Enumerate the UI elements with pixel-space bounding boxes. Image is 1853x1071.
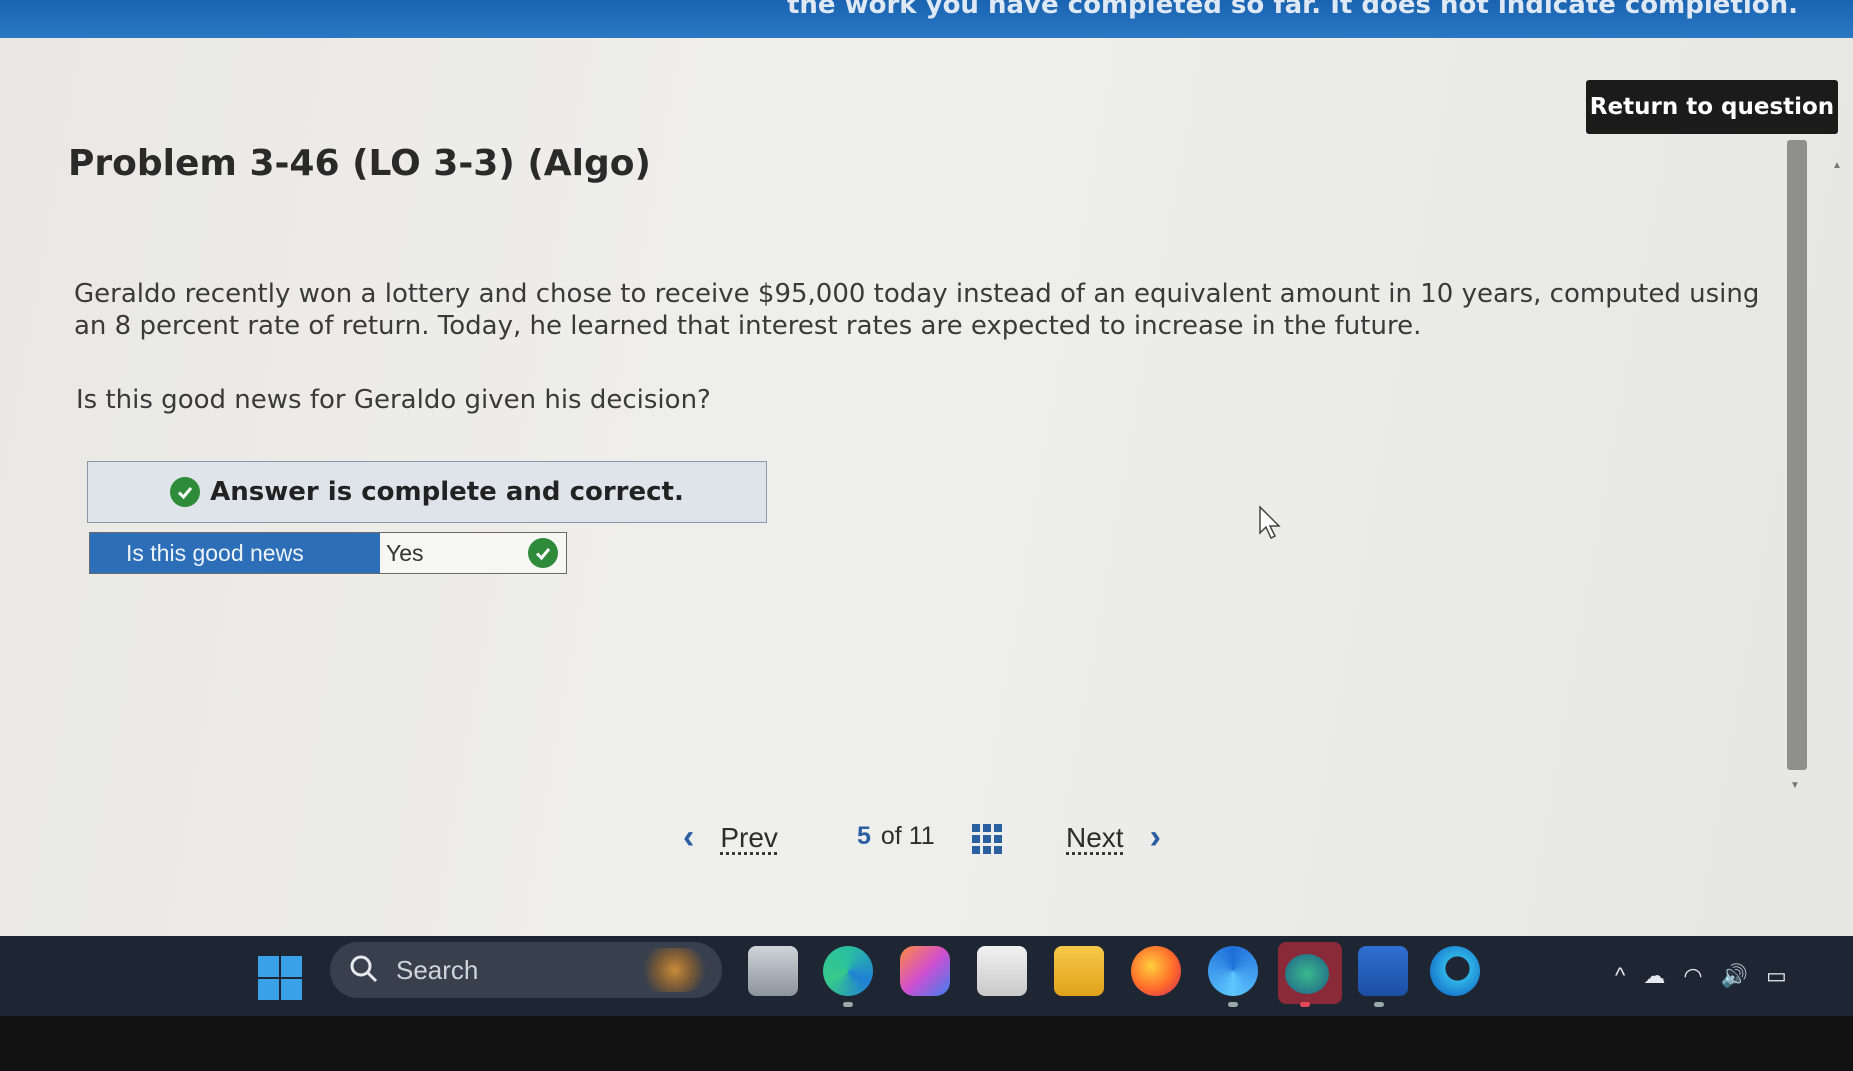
taskbar: Search ^ ☁ ◠ 🔊 ▭ [0,936,1853,1016]
battery-icon[interactable]: ▭ [1766,963,1787,989]
chevron-right-icon: › [1149,818,1161,856]
system-tray: ^ ☁ ◠ 🔊 ▭ [1615,936,1787,1016]
scrollbar-thumb[interactable] [1787,140,1807,770]
chevron-up-icon[interactable]: ^ [1615,963,1625,989]
question-text: Is this good news for Geraldo given his … [76,385,711,415]
store-icon[interactable] [977,946,1027,996]
task-view-icon[interactable] [748,946,798,996]
wifi-icon[interactable]: ◠ [1683,963,1702,989]
total-pages: 11 [908,822,935,850]
top-banner: the work you have completed so far. It d… [0,0,1853,38]
prev-button[interactable]: ‹ Prev [683,818,778,857]
page-counter: 5 of 11 [857,822,935,851]
answer-dropdown[interactable]: Yes [380,533,566,573]
page-title: Problem 3-46 (LO 3-3) (Algo) [68,143,651,184]
search-highlight-icon [636,948,706,992]
answer-row: Is this good news Yes [89,532,567,574]
search-label: Search [396,954,479,985]
screen-bezel [0,1016,1853,1071]
cloud-off-icon[interactable]: ☁ [1643,963,1665,989]
scroll-up-icon[interactable]: ▲ [1832,160,1842,171]
edge-icon[interactable] [823,946,873,996]
search-icon [348,953,382,987]
answer-status-banner: Answer is complete and correct. [87,461,767,523]
answer-row-label: Is this good news [90,533,380,573]
windows-start-icon[interactable] [258,956,302,1000]
copilot-icon[interactable] [900,946,950,996]
word-icon[interactable] [1358,946,1408,996]
next-label: Next [1066,821,1124,853]
current-page: 5 [857,822,871,850]
banner-text: the work you have completed so far. It d… [786,0,1798,20]
prev-label: Prev [720,821,778,853]
mouse-cursor-icon [1258,505,1284,546]
file-explorer-icon[interactable] [1054,946,1104,996]
scroll-down-icon[interactable]: ▼ [1790,780,1800,791]
app-icon[interactable] [1430,946,1480,996]
return-to-question-button[interactable]: Return to question [1586,80,1838,134]
answer-value: Yes [386,539,424,566]
chevron-left-icon: ‹ [683,818,695,856]
problem-text: Geraldo recently won a lottery and chose… [74,279,1760,341]
volume-icon[interactable]: 🔊 [1721,963,1748,989]
firefox-icon[interactable] [1131,946,1181,996]
check-icon [170,477,201,507]
pagination: ‹ Prev 5 of 11 Next › [0,818,1853,878]
grid-icon[interactable] [972,824,1004,854]
taskbar-search[interactable]: Search [330,942,722,998]
photos-inner-icon [1285,954,1329,994]
page-of: of [880,822,902,850]
next-button[interactable]: Next › [1066,818,1161,857]
correct-check-icon [528,538,558,568]
snipping-tool-icon[interactable] [1208,946,1258,996]
answer-status-text: Answer is complete and correct. [210,477,684,507]
